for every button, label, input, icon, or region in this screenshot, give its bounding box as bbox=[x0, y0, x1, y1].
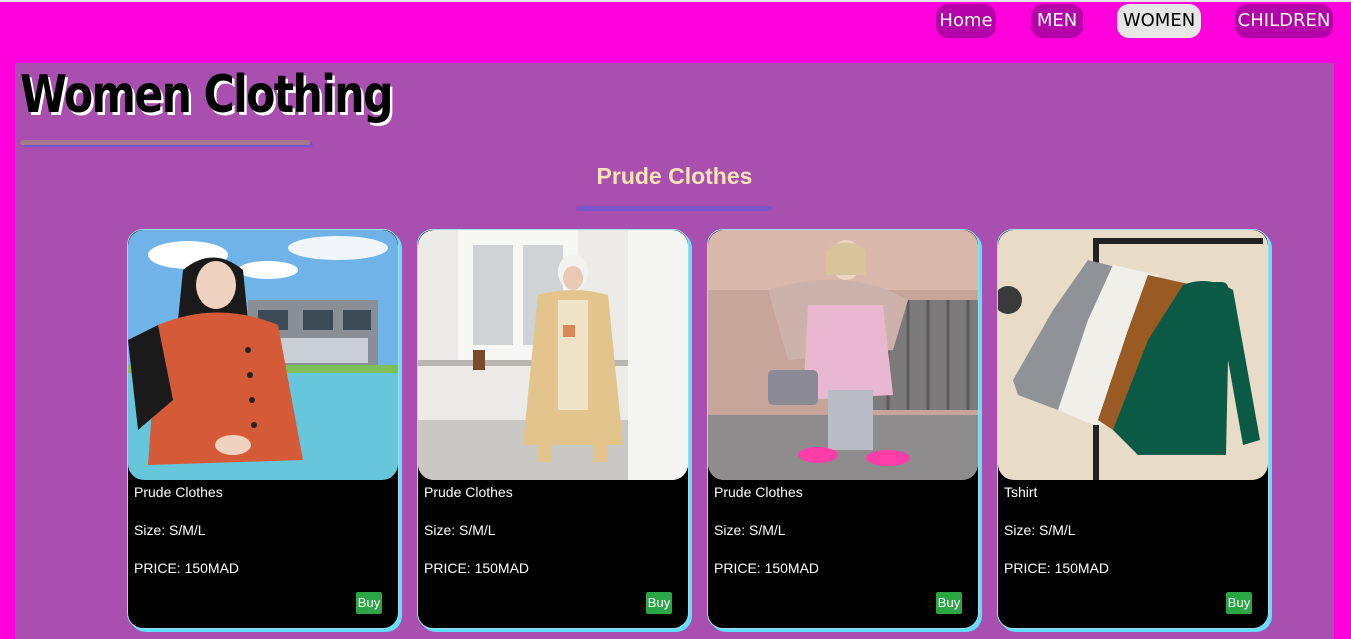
nav-children-link[interactable]: CHILDREN bbox=[1235, 4, 1333, 38]
product-size: Size: S/M/L bbox=[1004, 522, 1076, 538]
buy-button[interactable]: Buy bbox=[936, 592, 962, 614]
product-card: Prude Clothes Size: S/M/L PRICE: 150MAD … bbox=[707, 229, 979, 629]
nav-home-link[interactable]: Home bbox=[936, 4, 996, 38]
product-image-beige-coat[interactable] bbox=[418, 230, 688, 480]
product-name: Prude Clothes bbox=[424, 484, 513, 500]
section-underline bbox=[576, 206, 772, 211]
product-image-turtlenecks[interactable] bbox=[998, 230, 1268, 480]
top-border bbox=[0, 0, 1351, 2]
product-name: Prude Clothes bbox=[134, 484, 223, 500]
product-name: Prude Clothes bbox=[714, 484, 803, 500]
title-underline bbox=[20, 140, 310, 145]
main-nav: Home MEN WOMEN CHILDREN bbox=[0, 4, 1351, 40]
product-name: Tshirt bbox=[1004, 484, 1038, 500]
product-grid: Prude Clothes Size: S/M/L PRICE: 150MAD … bbox=[127, 229, 1287, 639]
product-size: Size: S/M/L bbox=[424, 522, 496, 538]
nav-men-link[interactable]: MEN bbox=[1031, 4, 1083, 38]
product-size: Size: S/M/L bbox=[134, 522, 206, 538]
product-price: PRICE: 150MAD bbox=[424, 560, 530, 576]
product-image-rust-tunic[interactable] bbox=[128, 230, 398, 480]
buy-button[interactable]: Buy bbox=[356, 592, 382, 614]
buy-button[interactable]: Buy bbox=[1226, 592, 1252, 614]
product-card: Prude Clothes Size: S/M/L PRICE: 150MAD … bbox=[417, 229, 689, 629]
product-price: PRICE: 150MAD bbox=[1004, 560, 1110, 576]
product-card: Prude Clothes Size: S/M/L PRICE: 150MAD … bbox=[127, 229, 399, 629]
nav-women-link[interactable]: WOMEN bbox=[1117, 4, 1201, 38]
product-image-pink-coat[interactable] bbox=[708, 230, 978, 480]
section-heading: Prude Clothes bbox=[596, 163, 753, 189]
product-size: Size: S/M/L bbox=[714, 522, 786, 538]
product-price: PRICE: 150MAD bbox=[134, 560, 240, 576]
buy-button[interactable]: Buy bbox=[646, 592, 672, 614]
product-price: PRICE: 150MAD bbox=[714, 560, 820, 576]
product-card: Tshirt Size: S/M/L PRICE: 150MAD Buy bbox=[997, 229, 1269, 629]
content-panel: Women Clothing Prude Clothes Prude Cloth… bbox=[15, 63, 1334, 639]
page-title: Women Clothing bbox=[20, 65, 393, 125]
